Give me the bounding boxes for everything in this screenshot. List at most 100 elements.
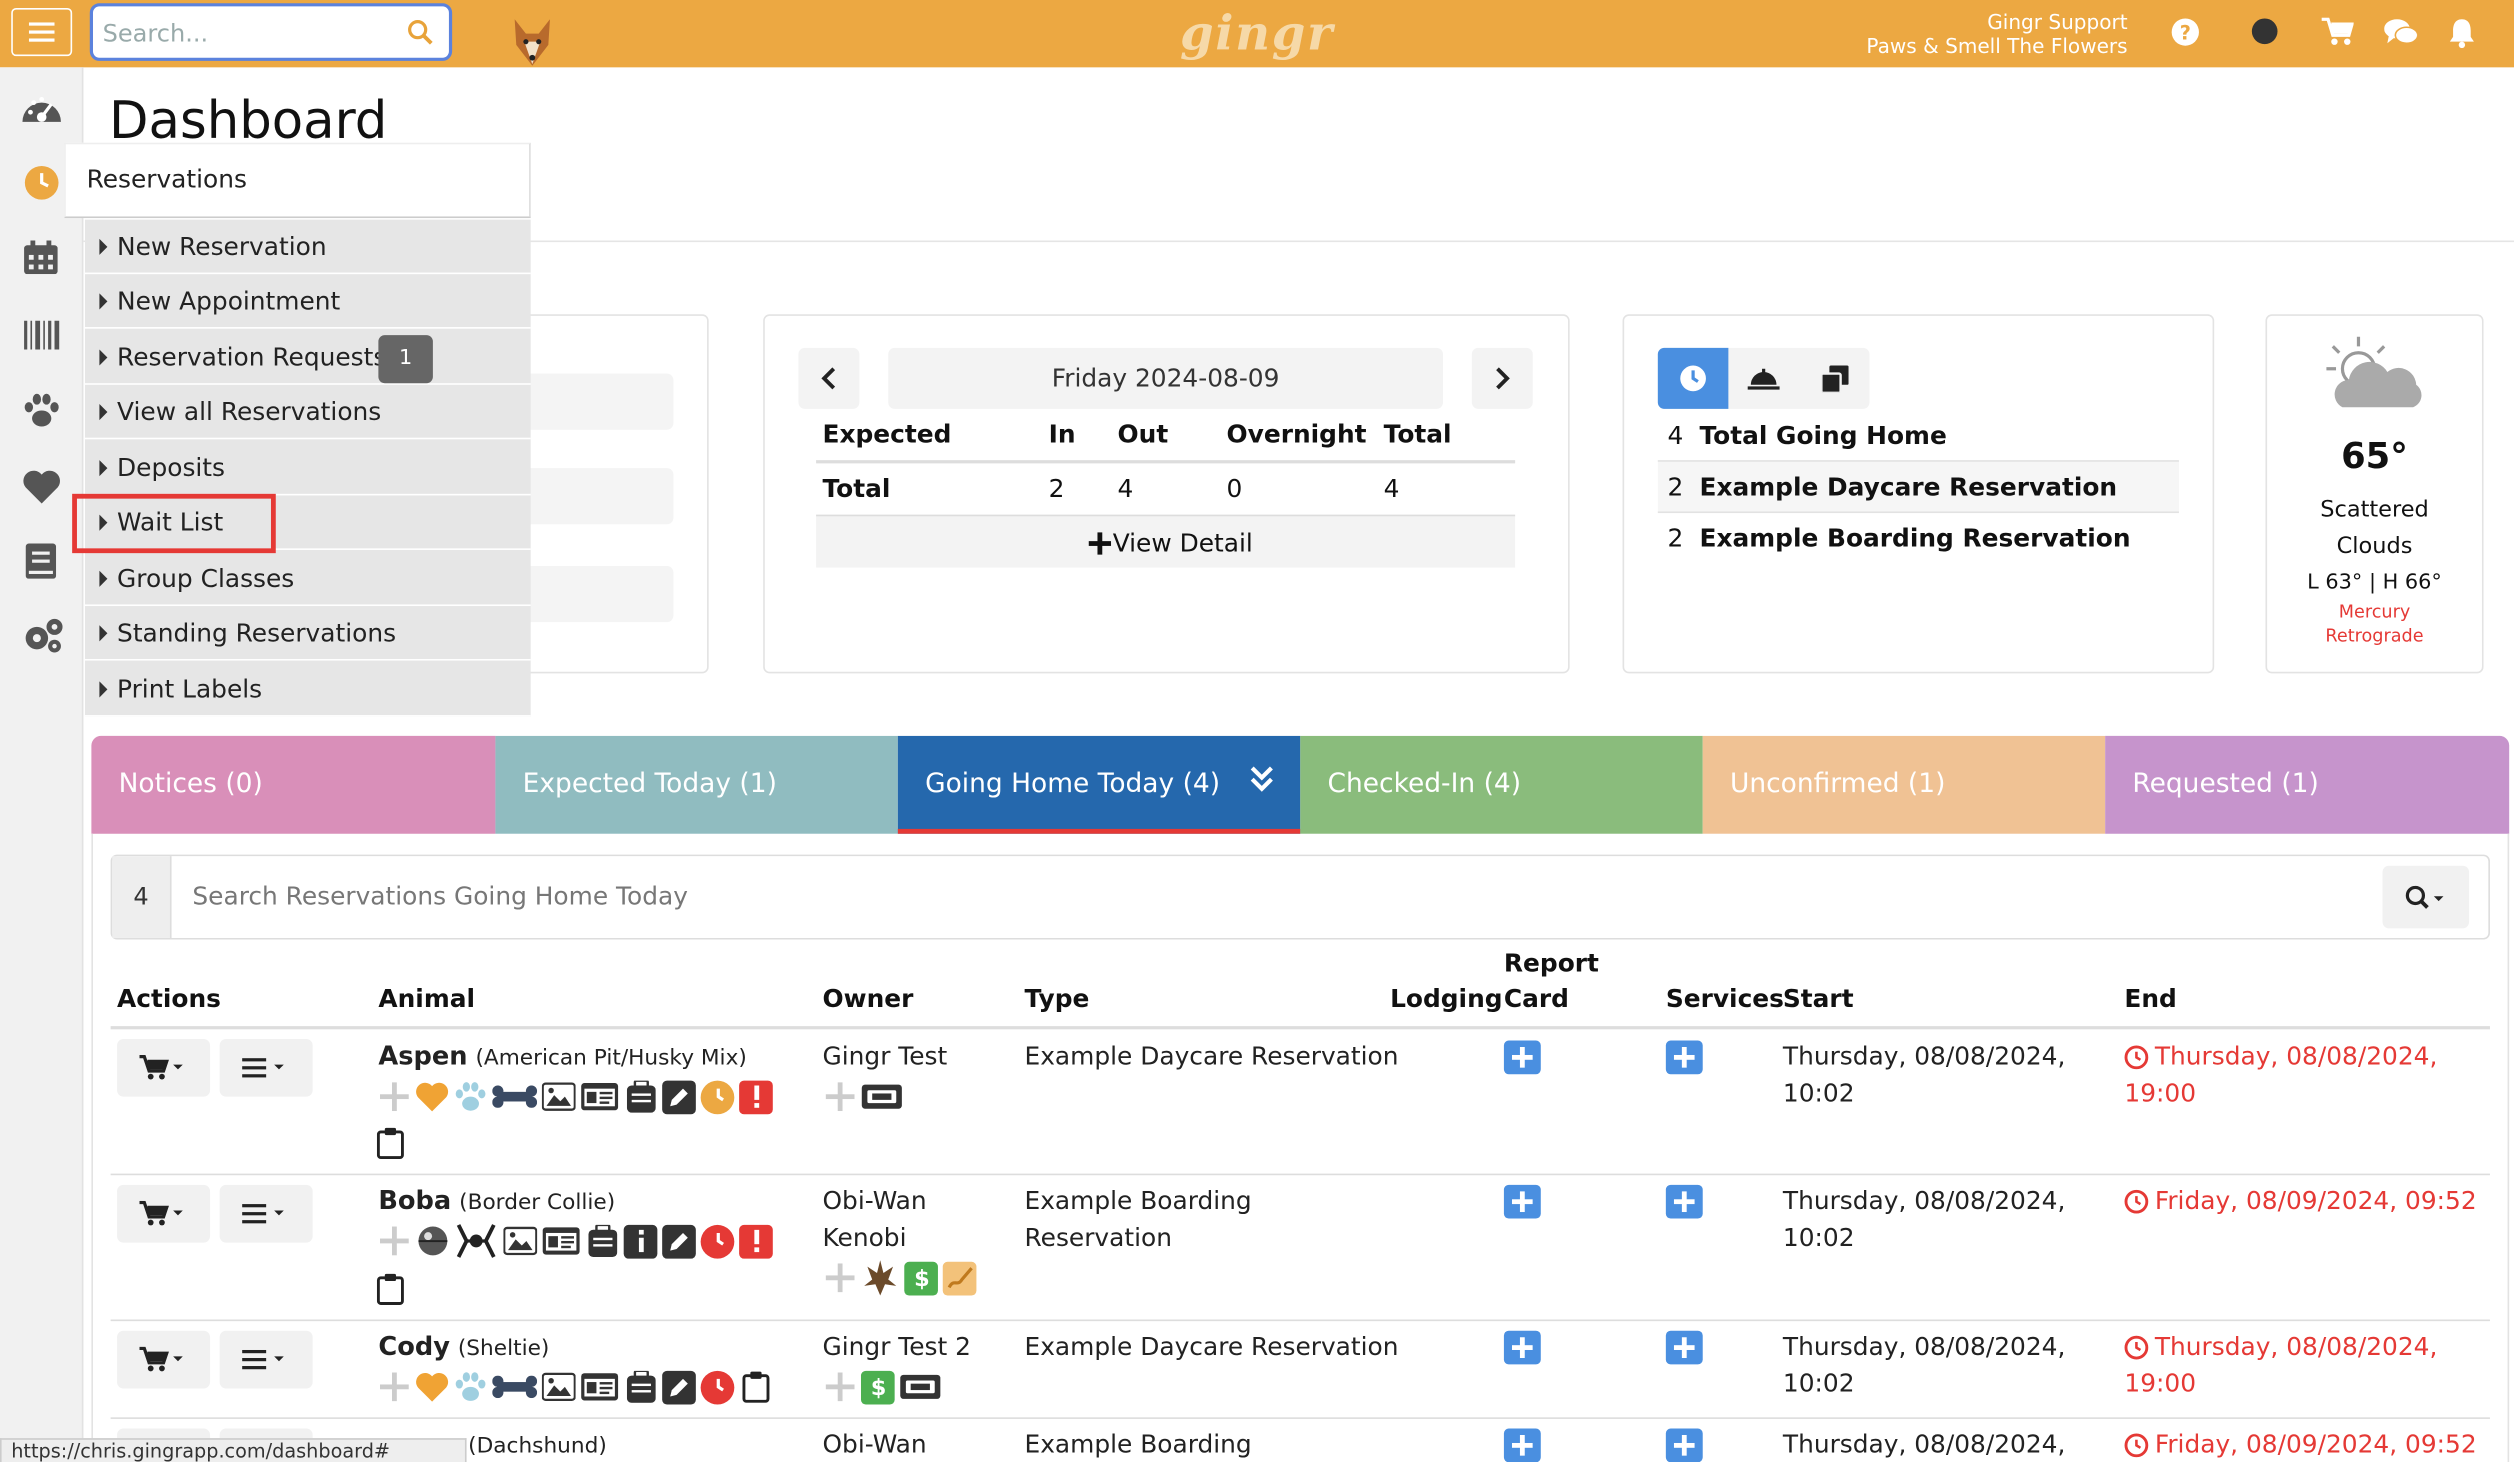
heart-icon[interactable] bbox=[22, 470, 60, 504]
calendar-icon[interactable] bbox=[24, 240, 58, 275]
gingr-logo[interactable]: gingr bbox=[1180, 6, 1334, 62]
status-dot-icon[interactable] bbox=[2251, 18, 2278, 45]
bone-icon[interactable] bbox=[492, 1080, 538, 1114]
search-icon[interactable] bbox=[407, 19, 433, 45]
barcode-icon[interactable] bbox=[24, 320, 60, 350]
add-icon[interactable] bbox=[377, 1370, 411, 1404]
tab-checked-in[interactable]: Checked-In (4) bbox=[1300, 735, 1703, 834]
image-icon[interactable] bbox=[541, 1370, 576, 1404]
tab-notices[interactable]: Notices (0) bbox=[91, 735, 496, 834]
add-service-button[interactable] bbox=[1665, 1184, 1703, 1219]
kennel-icon[interactable] bbox=[624, 1080, 658, 1114]
paw-icon[interactable] bbox=[22, 393, 60, 428]
heart-icon[interactable] bbox=[415, 1080, 449, 1114]
jedi-order-icon[interactable] bbox=[861, 1260, 899, 1296]
col-header-lodging[interactable]: Lodging bbox=[1390, 984, 1503, 1013]
menu-item-new-reservation[interactable]: New Reservation bbox=[84, 220, 531, 275]
add-icon[interactable] bbox=[823, 1261, 857, 1295]
copy-view-button[interactable] bbox=[1799, 348, 1870, 409]
col-header-owner[interactable]: Owner bbox=[823, 984, 914, 1013]
edit-icon[interactable] bbox=[662, 1224, 696, 1258]
id-card-icon[interactable] bbox=[580, 1370, 619, 1404]
pet-name-link[interactable]: Boba bbox=[378, 1185, 451, 1215]
going-home-label[interactable]: Example Boarding Reservation bbox=[1700, 524, 2131, 553]
tab-going-home-today[interactable]: Going Home Today (4) bbox=[897, 735, 1301, 834]
search-options-button[interactable] bbox=[2382, 865, 2470, 929]
tab-unconfirmed[interactable]: Unconfirmed (1) bbox=[1702, 735, 2106, 834]
card-button[interactable] bbox=[513, 373, 674, 430]
dollar-icon[interactable]: $ bbox=[860, 1370, 895, 1404]
pet-name-link[interactable]: Cody bbox=[378, 1331, 450, 1361]
dashboard-icon[interactable] bbox=[21, 91, 63, 126]
heart-icon[interactable] bbox=[415, 1370, 449, 1404]
service-bell-view-button[interactable] bbox=[1728, 348, 1799, 409]
user-info[interactable]: Gingr Support Paws & Smell The Flowers bbox=[1866, 10, 2127, 58]
clock-icon[interactable] bbox=[700, 1224, 735, 1258]
view-detail-button[interactable]: View Detail bbox=[816, 514, 1516, 568]
cart-dropdown-button[interactable] bbox=[117, 1038, 211, 1097]
cart-icon[interactable] bbox=[2321, 17, 2354, 47]
clipboard-icon[interactable] bbox=[739, 1370, 773, 1404]
row-menu-button[interactable] bbox=[219, 1330, 313, 1389]
book-icon[interactable] bbox=[25, 543, 57, 579]
menu-item-print-labels[interactable]: Print Labels bbox=[84, 662, 531, 717]
cash-icon[interactable] bbox=[899, 1370, 941, 1404]
clipboard-icon[interactable] bbox=[376, 1127, 404, 1160]
col-header-end[interactable]: End bbox=[2124, 984, 2176, 1013]
owner-cell[interactable]: Obi-Wan Kenobi bbox=[823, 1183, 927, 1255]
col-header-start[interactable]: Start bbox=[1783, 984, 1854, 1013]
add-service-button[interactable] bbox=[1665, 1040, 1703, 1075]
pet-name-link[interactable]: Aspen bbox=[378, 1041, 467, 1071]
image-icon[interactable] bbox=[503, 1224, 538, 1258]
menu-item-new-appointment[interactable]: New Appointment bbox=[84, 274, 531, 329]
search-input[interactable] bbox=[102, 16, 392, 52]
add-report-card-button[interactable] bbox=[1503, 1184, 1541, 1219]
owner-cell[interactable]: Gingr Test bbox=[823, 1039, 948, 1075]
kennel-icon[interactable] bbox=[585, 1224, 619, 1258]
clipboard-icon[interactable] bbox=[376, 1273, 404, 1305]
col-header-animal[interactable]: Animal bbox=[378, 984, 475, 1013]
going-home-label[interactable]: Example Daycare Reservation bbox=[1700, 473, 2118, 502]
add-service-button[interactable] bbox=[1665, 1428, 1703, 1462]
next-day-button[interactable] bbox=[1471, 347, 1533, 409]
kennel-icon[interactable] bbox=[624, 1370, 658, 1404]
date-display[interactable]: Friday 2024-08-09 bbox=[888, 347, 1443, 409]
bone-icon[interactable] bbox=[492, 1370, 538, 1404]
dollar-icon[interactable]: $ bbox=[904, 1261, 938, 1295]
card-button[interactable] bbox=[513, 565, 674, 623]
id-card-icon[interactable] bbox=[580, 1080, 619, 1114]
prev-day-button[interactable] bbox=[798, 347, 860, 409]
chat-icon[interactable] bbox=[2384, 18, 2418, 47]
menu-item-deposits[interactable]: Deposits bbox=[84, 441, 531, 496]
notifications-bell-icon[interactable] bbox=[2448, 18, 2475, 49]
tab-requested[interactable]: Requested (1) bbox=[2105, 735, 2510, 834]
paw-icon[interactable] bbox=[454, 1370, 488, 1404]
cart-dropdown-button[interactable] bbox=[117, 1330, 211, 1389]
menu-item-view-all-reservations[interactable]: View all Reservations bbox=[84, 385, 531, 440]
row-menu-button[interactable] bbox=[219, 1184, 313, 1243]
add-report-card-button[interactable] bbox=[1503, 1330, 1541, 1365]
owner-cell[interactable]: Gingr Test 2 bbox=[823, 1329, 971, 1365]
help-icon[interactable]: ? bbox=[2171, 18, 2200, 47]
menu-item-group-classes[interactable]: Group Classes bbox=[84, 552, 531, 607]
owner-cell[interactable]: Obi-Wan bbox=[823, 1427, 927, 1462]
death-star-icon[interactable] bbox=[415, 1224, 449, 1258]
clock-icon[interactable] bbox=[700, 1079, 735, 1114]
alert-icon[interactable] bbox=[739, 1079, 773, 1114]
image-icon[interactable] bbox=[541, 1080, 576, 1114]
add-icon[interactable] bbox=[377, 1080, 411, 1114]
add-icon[interactable] bbox=[823, 1080, 857, 1114]
global-search[interactable] bbox=[89, 3, 453, 61]
card-button[interactable] bbox=[513, 468, 674, 525]
add-icon[interactable] bbox=[823, 1370, 857, 1404]
add-report-card-button[interactable] bbox=[1503, 1428, 1541, 1462]
menu-toggle-button[interactable] bbox=[11, 8, 73, 57]
paw-icon[interactable] bbox=[454, 1080, 488, 1114]
signature-icon[interactable] bbox=[942, 1261, 977, 1295]
clock-view-button[interactable] bbox=[1657, 347, 1729, 409]
edit-icon[interactable] bbox=[662, 1079, 696, 1114]
col-header-type[interactable]: Type bbox=[1025, 984, 1090, 1013]
add-service-button[interactable] bbox=[1665, 1330, 1703, 1365]
cash-icon[interactable] bbox=[861, 1080, 903, 1114]
menu-item-standing-reservations[interactable]: Standing Reservations bbox=[84, 606, 531, 661]
